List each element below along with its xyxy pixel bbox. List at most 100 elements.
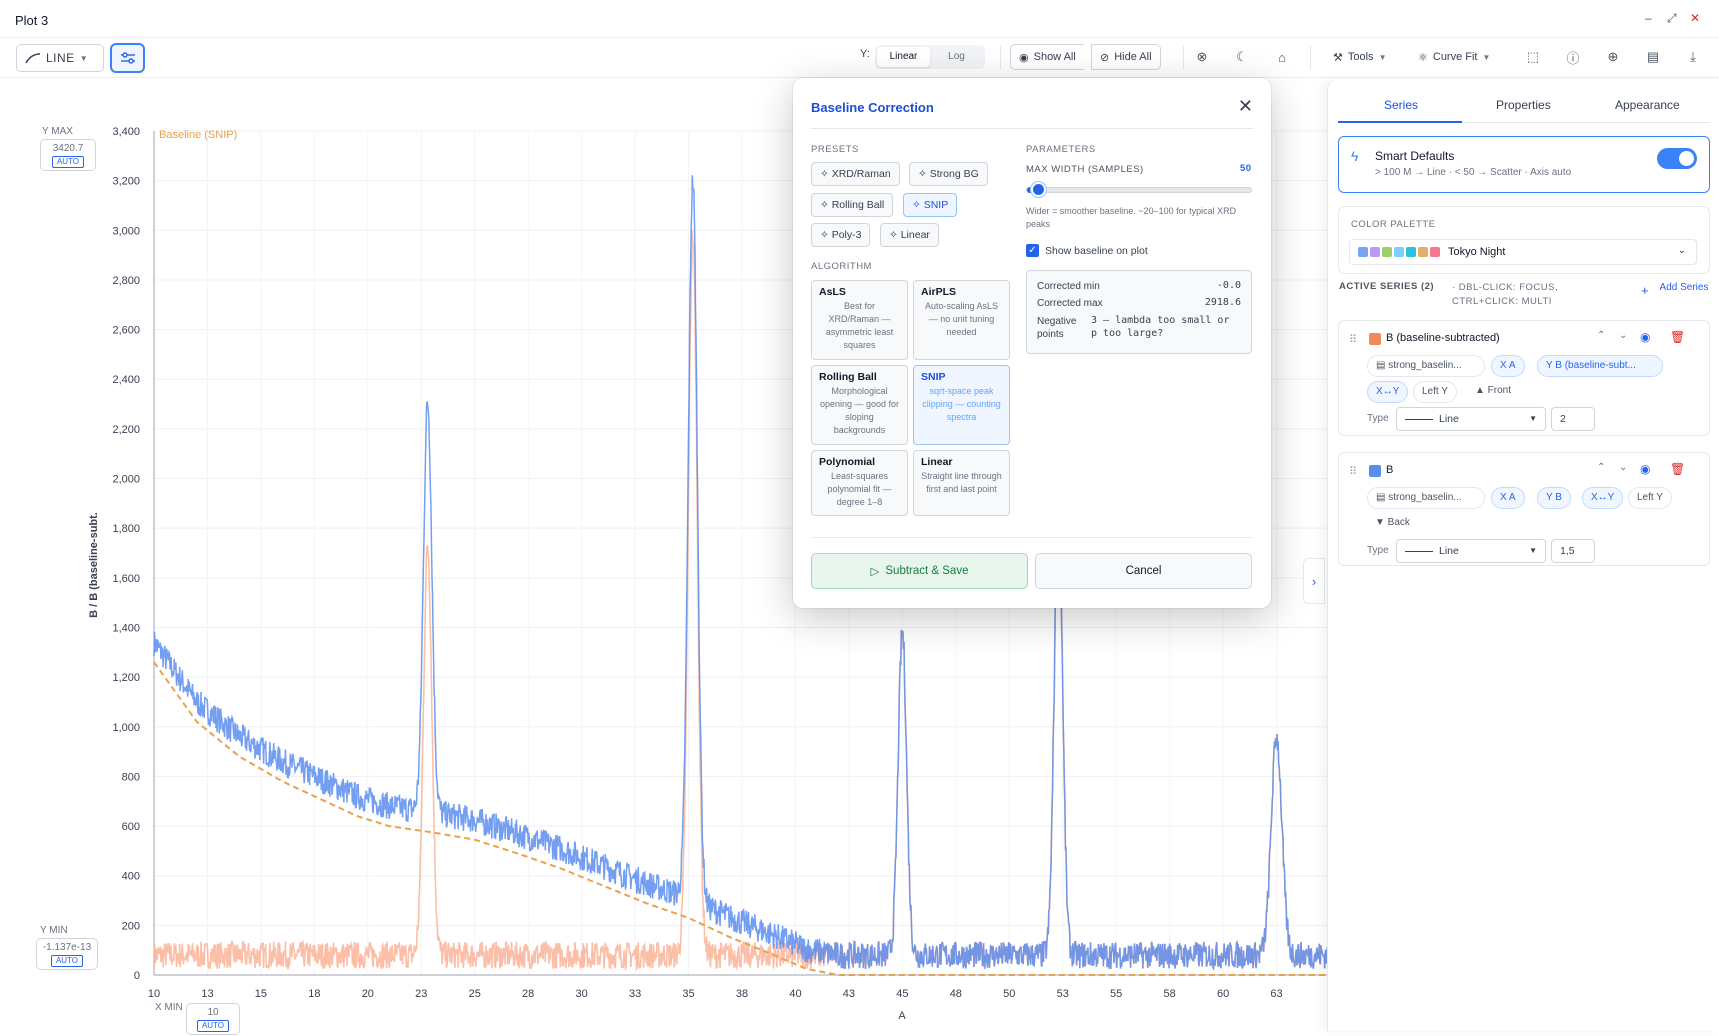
- divider: [1000, 46, 1001, 70]
- algorithm-asls[interactable]: AsLS Best for XRD/Raman — asymmetric lea…: [811, 280, 908, 360]
- tag-icon[interactable]: ⌂: [1272, 47, 1292, 67]
- window-title: Plot 3: [15, 13, 49, 28]
- palette-swatches: [1358, 247, 1440, 257]
- add-icon[interactable]: +: [1641, 283, 1649, 298]
- move-up-icon[interactable]: ⌃: [1597, 462, 1605, 473]
- cancel-button[interactable]: Cancel: [1035, 553, 1252, 589]
- ymax-caption: Y MAX: [42, 126, 73, 137]
- series-card[interactable]: ⠿ B (baseline-subtracted) ⌃ ⌄ ◉ 🗑 ▤ stro…: [1338, 320, 1710, 436]
- series-type-select[interactable]: Line ▼: [1396, 539, 1546, 563]
- axis-pill[interactable]: Left Y: [1628, 487, 1672, 509]
- y-scale-label: Y:: [860, 48, 870, 60]
- chart-type-dropdown[interactable]: LINE ▼: [16, 44, 104, 72]
- crosshair-icon[interactable]: ⊕: [1603, 47, 1623, 67]
- preset-label: Strong BG: [929, 168, 979, 180]
- clipboard-icon[interactable]: ▤: [1643, 47, 1663, 67]
- maximize-icon[interactable]: ⤢: [1667, 11, 1677, 26]
- y-scale-linear[interactable]: Linear: [877, 47, 930, 67]
- title-bar: Plot 3 – ⤢ ✕: [0, 0, 1719, 38]
- preset-poly-3[interactable]: ✧ Poly-3: [811, 223, 871, 247]
- axis-pill[interactable]: Left Y: [1413, 381, 1457, 403]
- x-tick-label: 15: [255, 988, 267, 1000]
- curve-fit-icon: ⚛: [1418, 51, 1428, 64]
- tab-properties[interactable]: Properties: [1496, 98, 1551, 112]
- series-color-swatch[interactable]: [1369, 465, 1381, 477]
- select-region-icon[interactable]: ⬚: [1523, 47, 1543, 67]
- series-x-pill[interactable]: X A: [1491, 487, 1525, 509]
- move-down-icon[interactable]: ⌄: [1619, 462, 1627, 473]
- series-type-select[interactable]: Line ▼: [1396, 407, 1546, 431]
- minimize-icon[interactable]: –: [1645, 11, 1652, 25]
- download-icon[interactable]: ⤓: [1683, 47, 1703, 67]
- show-all-button[interactable]: ◉ Show All: [1010, 44, 1084, 70]
- link-off-icon[interactable]: ⊗: [1192, 47, 1212, 67]
- move-up-icon[interactable]: ⌃: [1597, 330, 1605, 341]
- visibility-eye-icon[interactable]: ◉: [1640, 330, 1650, 344]
- app-window: Plot 3 – ⤢ ✕ LINE ▼ Y: Linear Log ◉ Show…: [0, 0, 1719, 1035]
- x-tick-label: 20: [362, 988, 374, 1000]
- ymax-input[interactable]: 3420.7 AUTO: [40, 139, 96, 171]
- preset-linear[interactable]: ✧ Linear: [880, 223, 939, 247]
- drag-handle-icon[interactable]: ⠿: [1349, 333, 1357, 346]
- show-baseline-checkbox[interactable]: ✓: [1026, 244, 1039, 257]
- series-y-pill[interactable]: Y B: [1537, 487, 1571, 509]
- preset-xrd-raman[interactable]: ✧ XRD/Raman: [811, 162, 900, 186]
- line-width-input[interactable]: 2: [1551, 407, 1595, 431]
- preset-rolling-ball[interactable]: ✧ Rolling Ball: [811, 193, 894, 217]
- x-tick-label: 48: [950, 988, 962, 1000]
- order-pill[interactable]: ▼ Back: [1367, 513, 1418, 535]
- swap-xy-pill[interactable]: X↔Y: [1367, 381, 1409, 403]
- series-source-pill[interactable]: ▤ strong_baselin...: [1367, 487, 1485, 509]
- curve-fit-menu[interactable]: ⚛ Curve Fit ▼: [1410, 44, 1498, 70]
- algorithm-linear[interactable]: Linear Straight line through first and l…: [913, 450, 1010, 516]
- tab-appearance[interactable]: Appearance: [1615, 98, 1680, 112]
- tools-menu[interactable]: ⚒ Tools ▼: [1325, 44, 1394, 70]
- ymin-auto-badge[interactable]: AUTO: [50, 955, 84, 967]
- slider-thumb[interactable]: [1031, 182, 1047, 197]
- series-source-pill[interactable]: ▤ strong_baselin...: [1367, 355, 1485, 377]
- palette-select[interactable]: Tokyo Night ⌄: [1349, 239, 1697, 265]
- close-icon[interactable]: ✕: [1690, 11, 1700, 25]
- subtract-save-button[interactable]: ▷ Subtract & Save: [811, 553, 1028, 589]
- series-color-swatch[interactable]: [1369, 333, 1381, 345]
- y-tick-label: 0: [134, 970, 140, 982]
- add-series-button[interactable]: Add Series: [1658, 281, 1710, 295]
- y-tick-label: 800: [122, 771, 140, 783]
- panel-collapse-handle[interactable]: ›: [1303, 558, 1325, 604]
- move-down-icon[interactable]: ⌄: [1619, 330, 1627, 341]
- y-scale-log[interactable]: Log: [930, 47, 983, 67]
- line-width-input[interactable]: 1,5: [1551, 539, 1595, 563]
- y-tick-label: 1,400: [112, 622, 140, 634]
- x-tick-label: 30: [576, 988, 588, 1000]
- algorithm-polynomial[interactable]: Polynomial Least-squares polynomial fit …: [811, 450, 908, 516]
- ymax-auto-badge[interactable]: AUTO: [51, 156, 85, 168]
- tab-series[interactable]: Series: [1384, 98, 1418, 112]
- algorithm-snip[interactable]: SNIP sqrt-space peak clipping — counting…: [913, 365, 1010, 445]
- delete-trash-icon[interactable]: 🗑: [1670, 330, 1685, 344]
- swap-xy-pill[interactable]: X↔Y: [1582, 487, 1624, 509]
- info-icon[interactable]: ⓘ: [1563, 47, 1583, 67]
- preset-snip[interactable]: ✧ SNIP: [903, 193, 958, 217]
- x-tick-label: 63: [1270, 988, 1282, 1000]
- series-x-pill[interactable]: X A: [1491, 355, 1525, 377]
- smart-defaults-toggle[interactable]: [1657, 148, 1697, 169]
- algorithm-rolling-ball[interactable]: Rolling Ball Morphological opening — goo…: [811, 365, 908, 445]
- drag-handle-icon[interactable]: ⠿: [1349, 465, 1357, 478]
- preset-strong-bg[interactable]: ✧ Strong BG: [909, 162, 988, 186]
- delete-trash-icon[interactable]: 🗑: [1670, 462, 1685, 476]
- chevron-right-icon: ›: [1311, 573, 1317, 589]
- xmin-auto-badge[interactable]: AUTO: [196, 1020, 230, 1032]
- algorithm-airpls[interactable]: AirPLS Auto-scaling AsLS — no unit tunin…: [913, 280, 1010, 360]
- configure-button[interactable]: [110, 43, 145, 73]
- max-width-slider[interactable]: [1026, 182, 1252, 197]
- close-icon[interactable]: ✕: [1238, 96, 1253, 117]
- hide-all-button[interactable]: ⊘ Hide All: [1091, 44, 1161, 70]
- visibility-eye-icon[interactable]: ◉: [1640, 462, 1650, 476]
- series-card[interactable]: ⠿ B ⌃ ⌄ ◉ 🗑 ▤ strong_baselin... X A Y B …: [1338, 452, 1710, 566]
- moon-icon[interactable]: ☾: [1232, 47, 1252, 67]
- x-tick-label: 33: [629, 988, 641, 1000]
- xmin-input[interactable]: 10 AUTO: [186, 1003, 240, 1035]
- series-y-pill[interactable]: Y B (baseline-subt...: [1537, 355, 1663, 377]
- order-pill[interactable]: ▲ Front: [1467, 381, 1519, 403]
- ymin-input[interactable]: -1.137e-13 AUTO: [36, 938, 98, 970]
